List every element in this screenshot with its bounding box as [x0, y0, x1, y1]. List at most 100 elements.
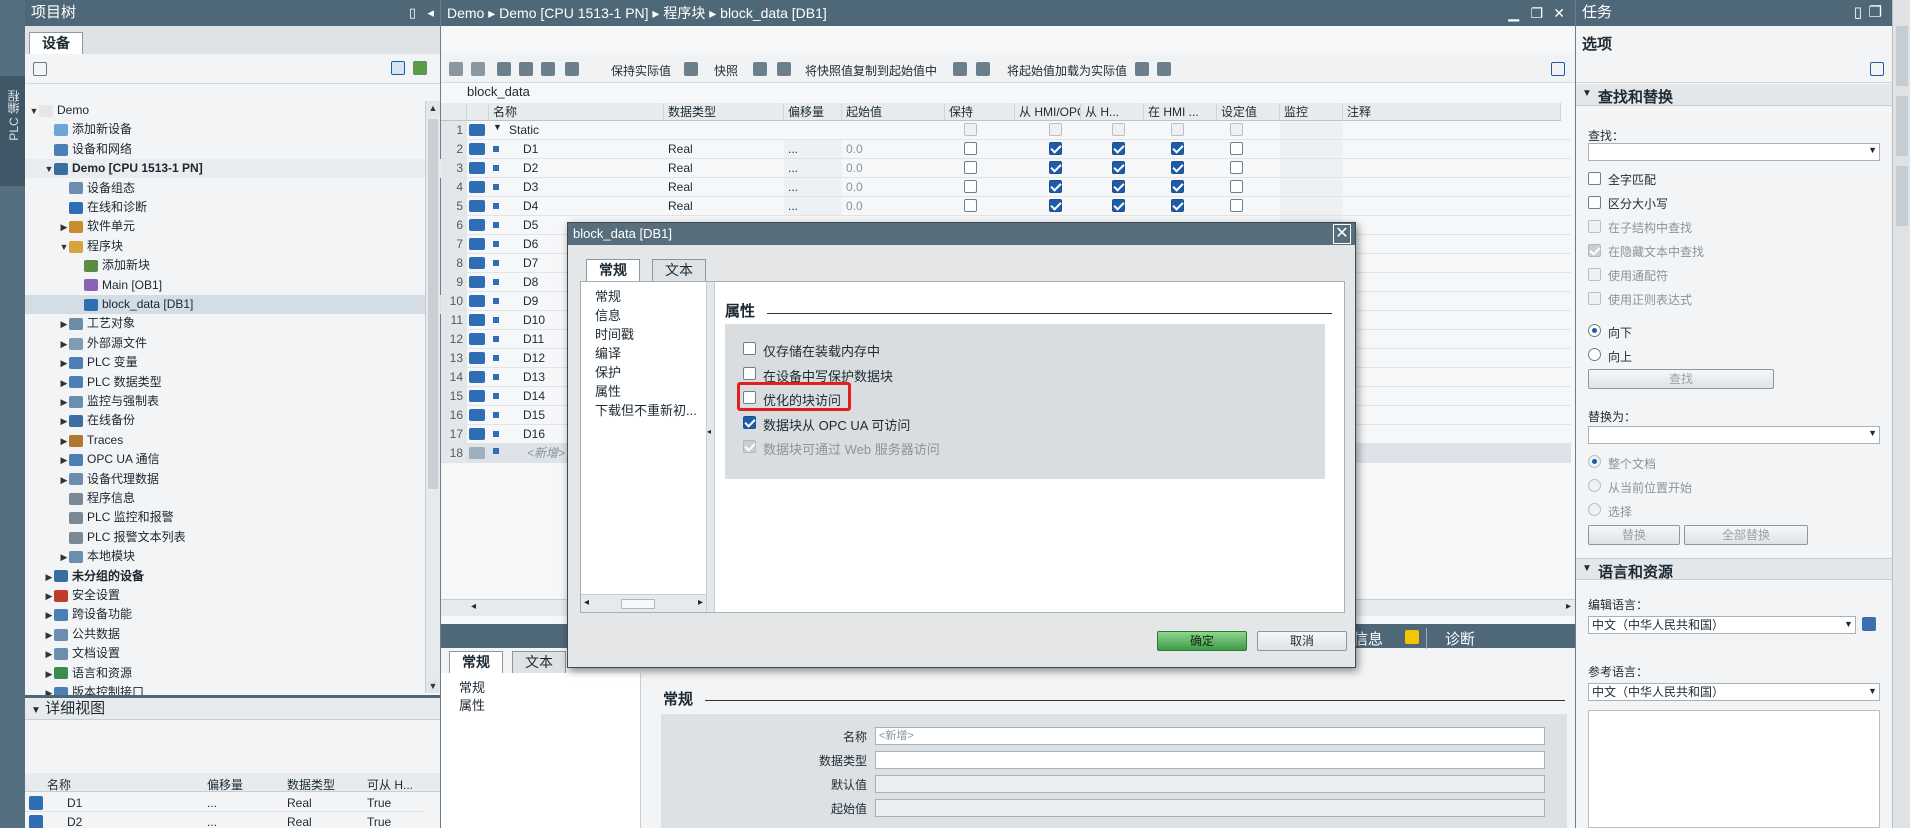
table-row[interactable]: 1 ▼ Static	[441, 121, 1571, 140]
direction-down-radio[interactable]	[1588, 324, 1601, 337]
split-view-icon[interactable]	[1551, 62, 1565, 76]
col-header-comment[interactable]: 注释	[1343, 103, 1561, 121]
checkbox-hmi-visible[interactable]	[1171, 199, 1184, 212]
tree-item[interactable]: ▶ 监控与强制表	[25, 392, 443, 411]
tree-item[interactable]: ▶ 设备代理数据	[25, 470, 443, 489]
scroll-down-icon[interactable]: ▼	[426, 679, 440, 693]
tree-item[interactable]: ▶ 在线备份	[25, 411, 443, 430]
find-input[interactable]: ▼	[1588, 143, 1880, 161]
var-type[interactable]: Real	[664, 140, 784, 158]
ok-button[interactable]: 确定	[1157, 631, 1247, 651]
tasks-layout-icon[interactable]	[1870, 62, 1884, 76]
tree-item[interactable]: ▶ OPC UA 通信	[25, 450, 443, 469]
collapse-all-icon[interactable]	[519, 62, 533, 76]
tree-item[interactable]: ▶ 外部源文件	[25, 334, 443, 353]
table-row[interactable]: 2 D1 Real... 0.0	[441, 140, 1571, 159]
edit-language-dropdown-icon[interactable]: ▼	[1844, 619, 1853, 629]
restore-icon[interactable]: ❐	[1530, 0, 1543, 26]
plc-programming-tab[interactable]: PLC 编程	[0, 76, 25, 186]
find-option-checkbox[interactable]	[1588, 172, 1601, 185]
replace-dropdown-icon[interactable]: ▼	[1868, 428, 1877, 438]
dialog-nav-hscroll[interactable]: ◂ ▸	[581, 594, 706, 612]
detail-row[interactable]: D2... Real True	[25, 812, 425, 828]
replace-all-button[interactable]: 全部替换	[1684, 525, 1808, 545]
var-name[interactable]: D2	[519, 159, 664, 177]
dialog-nav-item[interactable]: 下载但不重新初...	[595, 400, 703, 419]
collapsed-icon[interactable]: ▶	[59, 432, 69, 451]
project-tree-scrollbar[interactable]: ▲ ▼	[425, 101, 440, 693]
splitter-arrow-icon[interactable]: ◂	[707, 427, 711, 436]
diagnostics-tab[interactable]: 诊断	[1426, 628, 1475, 649]
collapsed-icon[interactable]: ▶	[44, 606, 54, 625]
direction-up-radio[interactable]	[1588, 348, 1601, 361]
dialog-nav-item[interactable]: 信息	[595, 305, 703, 324]
snapshot-button[interactable]: 快照	[714, 62, 738, 79]
tree-item[interactable]: ▶ 公共数据	[25, 625, 443, 644]
collapsed-icon[interactable]: ▶	[59, 471, 69, 490]
pin-icon[interactable]: ▯	[409, 0, 416, 26]
collapsed-icon[interactable]: ▶	[59, 335, 69, 354]
field-start-input[interactable]	[875, 799, 1545, 817]
tree-item[interactable]: 添加新设备	[25, 120, 443, 139]
col-header-retain[interactable]: 保持	[945, 103, 1015, 121]
checkbox-hmi-write[interactable]	[1112, 180, 1125, 193]
ref-language-dropdown-icon[interactable]: ▼	[1868, 686, 1877, 696]
col-header-offset[interactable]: 偏移量	[784, 103, 842, 121]
tree-item[interactable]: 程序信息	[25, 489, 443, 508]
insert-row-icon[interactable]	[449, 62, 463, 76]
find-button[interactable]: 查找	[1588, 369, 1774, 389]
collapsed-icon[interactable]: ▶	[59, 548, 69, 567]
var-start[interactable]: 0.0	[842, 197, 945, 215]
dialog-close-icon[interactable]: ✕	[1333, 224, 1351, 244]
scope-current-radio[interactable]	[1588, 479, 1601, 492]
tasks-pin-icon[interactable]: ▯	[1854, 0, 1862, 26]
field-name-input[interactable]: <新增>	[875, 727, 1545, 745]
var-name[interactable]: D1	[519, 140, 664, 158]
dialog-tab-text[interactable]: 文本	[652, 259, 706, 281]
list-view-icon[interactable]	[391, 61, 405, 75]
option-checkbox[interactable]	[743, 415, 756, 429]
collapsed-icon[interactable]: ▶	[59, 315, 69, 334]
tree-item[interactable]: ▶ 跨设备功能	[25, 605, 443, 624]
table-row[interactable]: 5 D4 Real... 0.0	[441, 197, 1571, 216]
collapse-lang-icon[interactable]: ▼	[1582, 563, 1592, 574]
tasks-side-tab[interactable]	[1896, 26, 1908, 86]
table-row[interactable]: 3 D2 Real... 0.0	[441, 159, 1571, 178]
scroll-left-icon[interactable]: ◂	[471, 601, 476, 612]
checkbox-retain[interactable]	[964, 161, 977, 174]
checkbox-setpoint[interactable]	[1230, 180, 1243, 193]
col-header-start[interactable]: 起始值	[842, 103, 945, 121]
tree-item[interactable]: ▶ Traces	[25, 431, 443, 450]
tree-item[interactable]: 设备和网络	[25, 140, 443, 159]
find-replace-header[interactable]: ▼ 查找和替换	[1576, 84, 1892, 106]
language-settings-icon[interactable]	[1862, 617, 1876, 631]
tree-item[interactable]: ▶ 本地模块	[25, 547, 443, 566]
nav-scroll-right-icon[interactable]: ▸	[698, 597, 703, 608]
var-type[interactable]: Real	[664, 197, 784, 215]
dialog-splitter[interactable]: ◂	[706, 282, 715, 612]
collapsed-icon[interactable]: ▶	[44, 587, 54, 606]
expanded-icon[interactable]: ▼	[29, 102, 39, 121]
nav-scroll-thumb[interactable]	[621, 599, 655, 609]
edit-language-select[interactable]: 中文（中华人民共和国）	[1588, 616, 1856, 634]
info-tab[interactable]: 信息	[1353, 628, 1383, 649]
snapshot-icon[interactable]	[684, 62, 698, 76]
col-header-setpoint[interactable]: 设定值	[1217, 103, 1280, 121]
field-default-input[interactable]	[875, 775, 1545, 793]
scroll-right-icon[interactable]: ▸	[1566, 601, 1571, 612]
tree-item[interactable]: ▶ 安全设置	[25, 586, 443, 605]
overview-icon[interactable]	[33, 62, 47, 76]
ref-language-list[interactable]	[1588, 710, 1880, 828]
tree-item[interactable]: ▼ Demo [CPU 1513-1 PN]	[25, 159, 443, 179]
dialog-nav-item[interactable]: 属性	[595, 381, 703, 400]
scope-document-radio[interactable]	[1588, 455, 1601, 468]
table-row[interactable]: 4 D3 Real... 0.0	[441, 178, 1571, 197]
option-checkbox[interactable]	[743, 366, 756, 380]
col-header-hmi-write[interactable]: 从 H...	[1081, 103, 1144, 121]
tree-item[interactable]: Main [OB1]	[25, 276, 443, 295]
dialog-nav-item[interactable]: 保护	[595, 362, 703, 381]
columns-icon[interactable]	[541, 62, 555, 76]
checkbox-hmi-opc[interactable]	[1049, 142, 1062, 155]
checkbox-hmi-write[interactable]	[1112, 199, 1125, 212]
detail-row[interactable]: D1... Real True	[25, 793, 425, 812]
